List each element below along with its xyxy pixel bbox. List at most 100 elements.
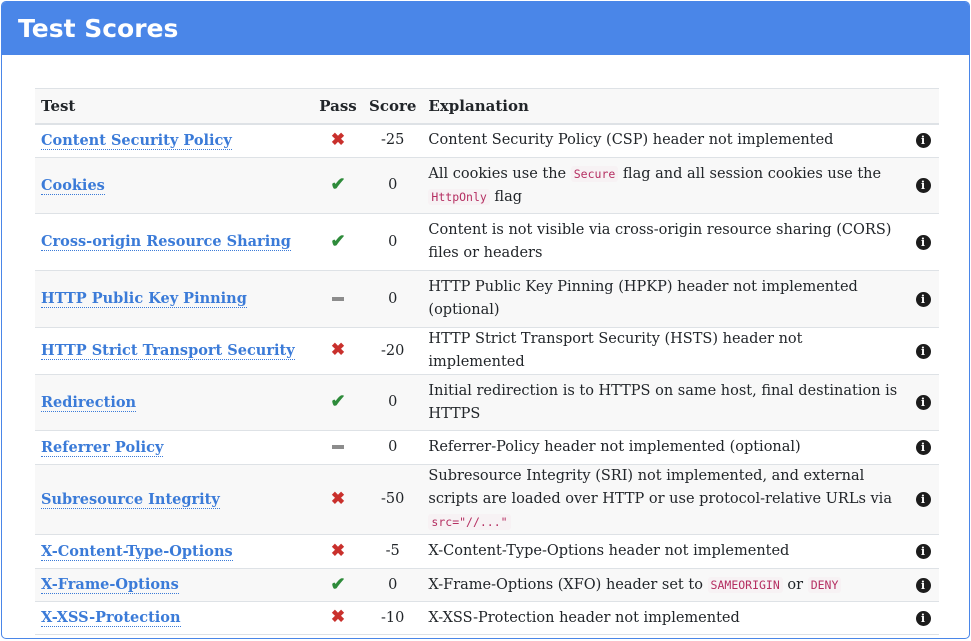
explanation-cell: Content Security Policy (CSP) header not… (422, 123, 907, 158)
info-icon[interactable]: i (915, 544, 931, 559)
column-header-info (907, 88, 939, 125)
info-icon[interactable]: i (915, 577, 931, 593)
check-icon: ✔ (330, 174, 346, 195)
info-icon[interactable]: i (915, 133, 931, 149)
pass-cell (313, 430, 363, 465)
code-snippet: SAMEORIGIN (707, 576, 783, 593)
explanation-text: Referrer-Policy header not implemented (… (428, 439, 801, 455)
test-name-cell: Cross-origin Resource Sharing (35, 213, 313, 271)
test-link[interactable]: HTTP Strict Transport Security (41, 342, 295, 360)
info-cell: i (907, 270, 939, 328)
cross-icon: ✖ (330, 607, 346, 627)
info-icon[interactable]: i (915, 343, 931, 359)
info-cell: i (907, 374, 939, 431)
info-cell: i (907, 464, 939, 535)
info-cell: i (907, 123, 939, 158)
info-icon[interactable]: i (915, 440, 931, 455)
pass-cell (313, 270, 363, 328)
score-cell: -25 (363, 123, 423, 158)
info-cell: i (907, 601, 939, 635)
table-row: Subresource Integrity ✖ -50 Subresource Int… (35, 464, 939, 535)
score-cell: 0 (363, 374, 423, 431)
info-cell: i (907, 430, 939, 465)
score-cell: -20 (363, 327, 423, 375)
explanation-cell: Content is not visible via cross-origin … (422, 213, 907, 271)
info-icon[interactable]: i (915, 610, 931, 626)
check-icon: ✔ (330, 391, 346, 412)
cross-icon: ✖ (330, 540, 346, 561)
score-cell: -10 (363, 601, 423, 635)
test-link[interactable]: Content Security Policy (41, 131, 232, 150)
info-cell: i (907, 327, 939, 375)
explanation-text: Initial redirection is to HTTPS on same … (428, 382, 898, 422)
explanation-cell: Subresource Integrity (SRI) not implemen… (422, 464, 907, 535)
check-icon: ✔ (330, 230, 346, 252)
explanation-text: X-Content-Type-Options header not implem… (428, 543, 790, 559)
cross-icon: ✖ (330, 488, 346, 509)
test-link[interactable]: Cross-origin Resource Sharing (41, 233, 291, 251)
test-name-cell: Content Security Policy (35, 123, 313, 158)
test-link[interactable]: Subresource Integrity (41, 490, 220, 509)
explanation-text: Content is not visible via cross-origin … (428, 222, 892, 261)
test-link[interactable]: HTTP Public Key Pinning (41, 290, 247, 308)
info-icon[interactable]: i (915, 291, 931, 307)
table-row: Cookies ✔ 0 All cookies use the Secure flag… (35, 157, 939, 214)
pass-cell: ✔ (313, 374, 363, 431)
code-snippet: DENY (807, 576, 842, 593)
test-name-cell: HTTP Strict Transport Security (35, 327, 313, 375)
info-icon[interactable]: i (915, 492, 931, 507)
explanation-cell: All cookies use the Secure flag and all … (422, 157, 907, 214)
test-link[interactable]: Referrer Policy (41, 438, 164, 457)
cross-icon: ✖ (330, 340, 346, 360)
explanation-cell: HTTP Public Key Pinning (HPKP) header no… (422, 270, 907, 328)
table-row: Redirection ✔ 0 Initial redirection is to H… (35, 374, 939, 431)
info-icon[interactable]: i (915, 234, 931, 250)
score-cell: -50 (363, 464, 423, 535)
test-name-cell: Redirection (35, 374, 313, 431)
explanation-text: flag and all session cookies use the (618, 165, 882, 182)
explanation-text: HTTP Strict Transport Security (HSTS) he… (428, 331, 803, 370)
table-row: X-Content-Type-Options ✖ -5 X-Content-Type-… (35, 534, 939, 569)
pass-cell: ✖ (313, 601, 363, 635)
score-cell: -5 (363, 534, 423, 569)
column-header-test: Test (35, 88, 313, 125)
minus-icon (332, 296, 344, 301)
column-header-score: Score (363, 88, 423, 125)
test-link[interactable]: X-XSS-Protection (41, 609, 181, 627)
info-icon[interactable]: i (915, 395, 931, 410)
table-row: Cross-origin Resource Sharing ✔ 0 Content i… (35, 213, 939, 271)
test-name-cell: HTTP Public Key Pinning (35, 270, 313, 328)
test-link[interactable]: X-Content-Type-Options (41, 542, 233, 561)
table-row: HTTP Strict Transport Security ✖ -20 HTTP S… (35, 327, 939, 375)
explanation-cell: Referrer-Policy header not implemented (… (422, 430, 907, 465)
test-link[interactable]: Cookies (41, 176, 105, 195)
pass-cell: ✔ (313, 568, 363, 602)
minus-icon (332, 445, 344, 449)
explanation-cell: X-Frame-Options (XFO) header set to SAME… (422, 568, 907, 602)
table-row: X-XSS-Protection ✖ -10 X-XSS-Protection hea… (35, 601, 939, 635)
test-name-cell: Subresource Integrity (35, 464, 313, 535)
score-cell: 0 (363, 270, 423, 328)
card-title: Test Scores (2, 2, 969, 55)
test-name-cell: X-Frame-Options (35, 568, 313, 602)
score-cell: 0 (363, 430, 423, 465)
pass-cell: ✖ (313, 327, 363, 375)
explanation-text: flag (489, 188, 523, 205)
test-link[interactable]: Redirection (41, 393, 137, 412)
explanation-cell: X-Content-Type-Options header not implem… (422, 534, 907, 569)
explanation-cell: Initial redirection is to HTTPS on same … (422, 374, 907, 431)
explanation-text: X-XSS-Protection header not implemented (428, 609, 740, 626)
test-link[interactable]: X-Frame-Options (41, 576, 179, 594)
explanation-cell: HTTP Strict Transport Security (HSTS) he… (422, 327, 907, 375)
cross-icon: ✖ (330, 129, 346, 150)
info-cell: i (907, 213, 939, 271)
explanation-text: X-Frame-Options (XFO) header set to (428, 576, 708, 593)
table-row: Content Security Policy ✖ -25 Content Secur… (35, 123, 939, 158)
code-snippet: Secure (570, 165, 619, 182)
test-name-cell: X-XSS-Protection (35, 601, 313, 635)
test-name-cell: Cookies (35, 157, 313, 214)
column-header-explanation: Explanation (422, 88, 907, 125)
code-snippet: HttpOnly (428, 188, 490, 205)
explanation-text: Content Security Policy (CSP) header not… (428, 132, 834, 149)
info-icon[interactable]: i (915, 178, 931, 193)
